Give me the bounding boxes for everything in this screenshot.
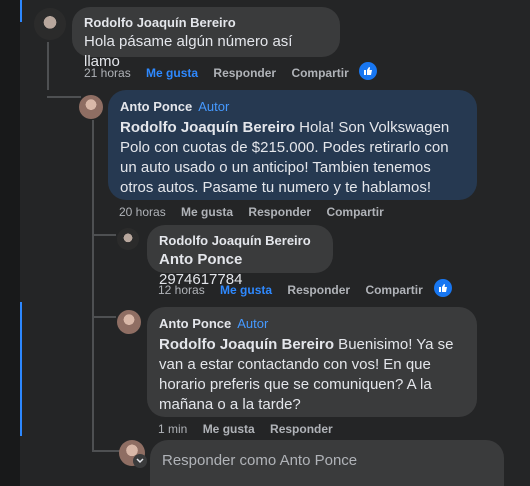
avatar-dropdown-icon[interactable]	[133, 454, 147, 468]
thread-accent-bar	[20, 0, 22, 22]
comment-text: Rodolfo Joaquín Bereiro Hola! Son Volksw…	[120, 118, 465, 198]
comment-actions: 1 min Me gusta Responder	[158, 422, 345, 436]
thread-accent-bar-lower	[20, 302, 22, 436]
comment-bubble: Rodolfo Joaquín Bereiro Hola pásame algú…	[72, 7, 340, 70]
reply-button[interactable]: Responder	[287, 283, 350, 297]
comment-actions: 21 horas Me gusta Responder Compartir	[84, 66, 361, 80]
thread-branch	[47, 96, 81, 98]
comment-text: Rodolfo Joaquín Bereiro Buenisimo! Ya se…	[159, 335, 465, 415]
like-button[interactable]: Me gusta	[203, 422, 255, 436]
thread-line	[47, 42, 49, 90]
share-button[interactable]: Compartir	[365, 283, 422, 297]
comment-bubble: Anto Ponce Autor Rodolfo Joaquín Bereiro …	[108, 90, 477, 200]
timestamp[interactable]: 20 horas	[119, 205, 166, 219]
comment-actions: 12 horas Me gusta Responder Compartir	[158, 283, 435, 297]
like-button[interactable]: Me gusta	[146, 66, 198, 80]
author-badge: Autor	[198, 99, 230, 114]
mention-link[interactable]: Rodolfo Joaquín Bereiro	[159, 336, 334, 353]
share-button[interactable]: Compartir	[291, 66, 348, 80]
comment-bubble: Anto Ponce Autor Rodolfo Joaquín Bereiro …	[147, 307, 477, 417]
thread-branch	[92, 316, 116, 318]
timestamp[interactable]: 1 min	[158, 422, 187, 436]
thread-line	[92, 120, 94, 450]
thread-branch	[92, 234, 116, 236]
comment-author[interactable]: Anto Ponce	[159, 316, 231, 331]
avatar[interactable]	[117, 228, 139, 250]
like-reaction-icon[interactable]	[434, 279, 452, 297]
comment-actions: 20 horas Me gusta Responder Compartir	[119, 205, 396, 219]
thread-branch	[92, 450, 120, 452]
reply-button[interactable]: Responder	[248, 205, 311, 219]
reply-input[interactable]: Responder como Anto Ponce	[150, 440, 504, 486]
avatar[interactable]	[117, 310, 141, 334]
reply-button[interactable]: Responder	[270, 422, 333, 436]
comment-bubble: Rodolfo Joaquín Bereiro Anto Ponce 29746…	[147, 225, 333, 288]
mention-link[interactable]: Rodolfo Joaquín Bereiro	[120, 119, 295, 136]
author-badge: Autor	[237, 316, 269, 331]
comment-author[interactable]: Rodolfo Joaquín Bereiro	[84, 15, 328, 30]
like-button[interactable]: Me gusta	[181, 205, 233, 219]
timestamp[interactable]: 21 horas	[84, 66, 131, 80]
avatar[interactable]	[34, 8, 66, 40]
avatar[interactable]	[79, 95, 103, 119]
like-reaction-icon[interactable]	[359, 62, 377, 80]
comment-author[interactable]: Anto Ponce	[120, 99, 192, 114]
mention-link[interactable]: Anto Ponce	[159, 251, 242, 268]
like-button[interactable]: Me gusta	[220, 283, 272, 297]
comment-author[interactable]: Rodolfo Joaquín Bereiro	[159, 233, 321, 248]
reply-button[interactable]: Responder	[213, 66, 276, 80]
timestamp[interactable]: 12 horas	[158, 283, 205, 297]
share-button[interactable]: Compartir	[326, 205, 383, 219]
